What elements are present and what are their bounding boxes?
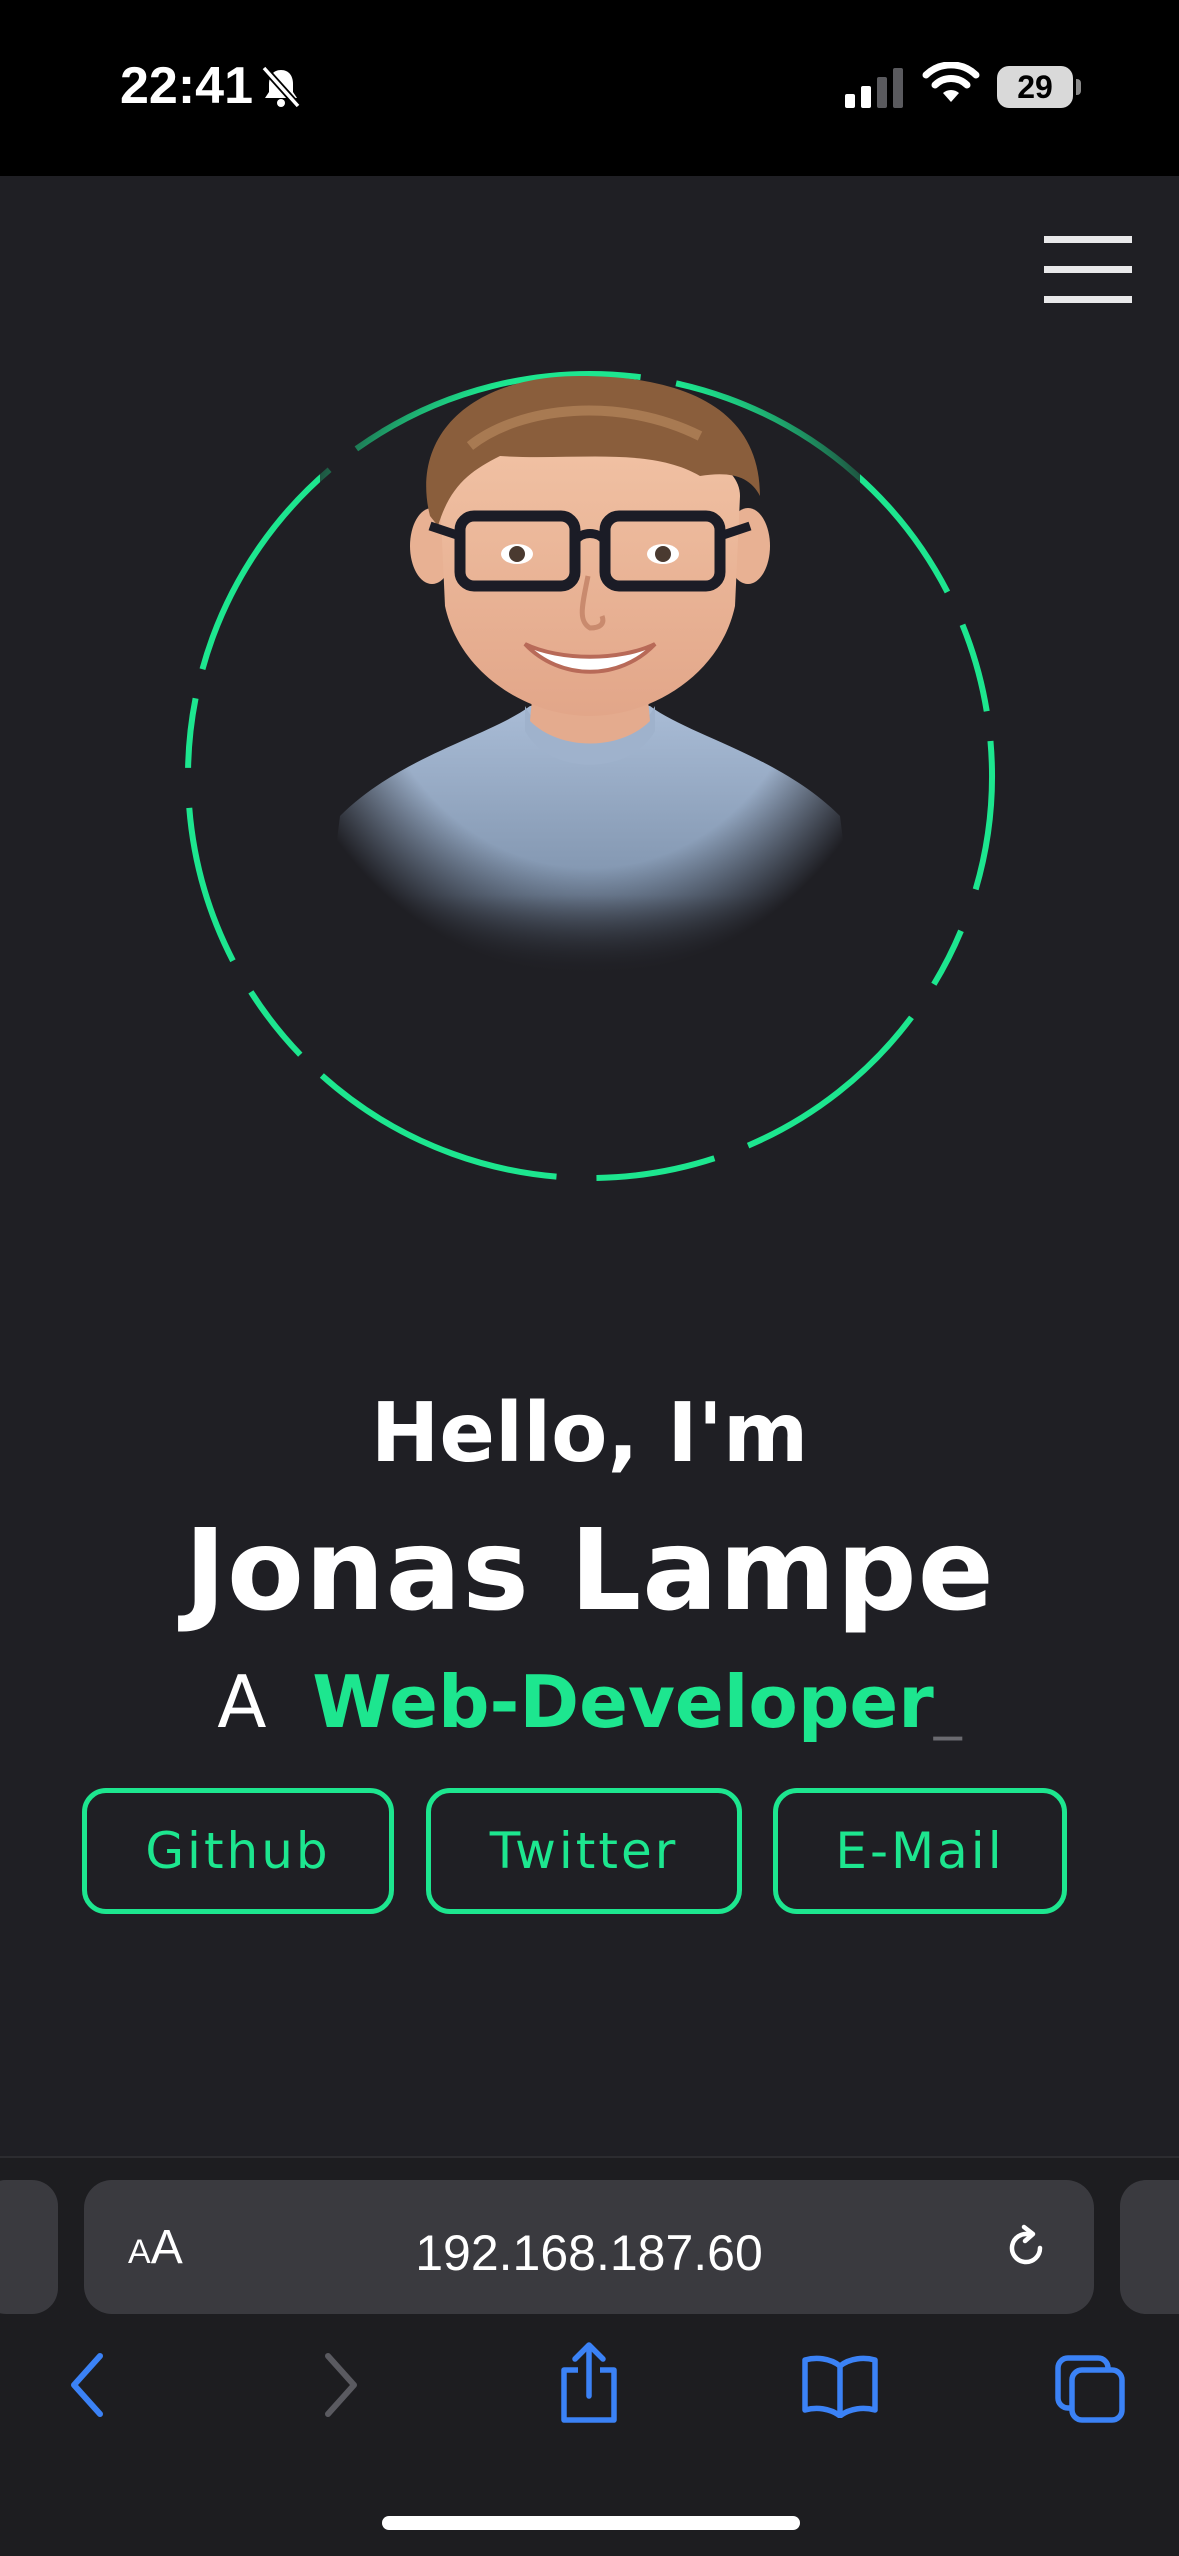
- twitter-button[interactable]: Twitter: [426, 1788, 742, 1914]
- menu-line: [1044, 236, 1132, 243]
- cellular-signal-icon: [845, 68, 903, 108]
- name-heading: Jonas Lampe: [184, 1506, 995, 1636]
- bookmarks-icon[interactable]: [800, 2352, 880, 2418]
- role-word: Web-Developer: [312, 1660, 934, 1744]
- address-bar[interactable]: AA 192.168.187.60: [84, 2180, 1094, 2314]
- menu-line: [1044, 296, 1132, 303]
- avatar-photo: [320, 376, 860, 976]
- hamburger-menu-icon[interactable]: [1040, 230, 1134, 310]
- battery-icon: 29: [997, 66, 1073, 108]
- forward-icon[interactable]: [318, 2350, 362, 2420]
- previous-tab-preview[interactable]: [0, 2180, 58, 2314]
- home-indicator[interactable]: [382, 2516, 800, 2530]
- reload-icon[interactable]: [1000, 2222, 1052, 2274]
- role-line: A Web-Developer_: [0, 1660, 1179, 1744]
- github-button[interactable]: Github: [82, 1788, 394, 1914]
- next-tab-preview[interactable]: [1120, 2180, 1179, 2314]
- greeting-heading: Hello, I'm: [370, 1386, 809, 1481]
- share-icon[interactable]: [556, 2340, 622, 2426]
- menu-line: [1044, 266, 1132, 273]
- battery-tip: [1076, 79, 1081, 95]
- social-links: Github Twitter E-Mail: [0, 1788, 1179, 1918]
- bell-muted-icon: [261, 65, 301, 109]
- tabs-icon[interactable]: [1054, 2354, 1126, 2424]
- role-prefix: A: [217, 1660, 267, 1744]
- wifi-icon: [922, 62, 980, 102]
- portfolio-page: Hello, I'm Jonas Lampe A Web-Developer_ …: [0, 176, 1179, 2156]
- url-text: 192.168.187.60: [415, 2225, 763, 2281]
- back-icon[interactable]: [66, 2350, 110, 2420]
- email-button[interactable]: E-Mail: [773, 1788, 1067, 1914]
- status-bar: 22:41 29: [0, 0, 1179, 176]
- status-time: 22:41: [120, 57, 253, 115]
- typing-cursor: _: [933, 1676, 962, 1741]
